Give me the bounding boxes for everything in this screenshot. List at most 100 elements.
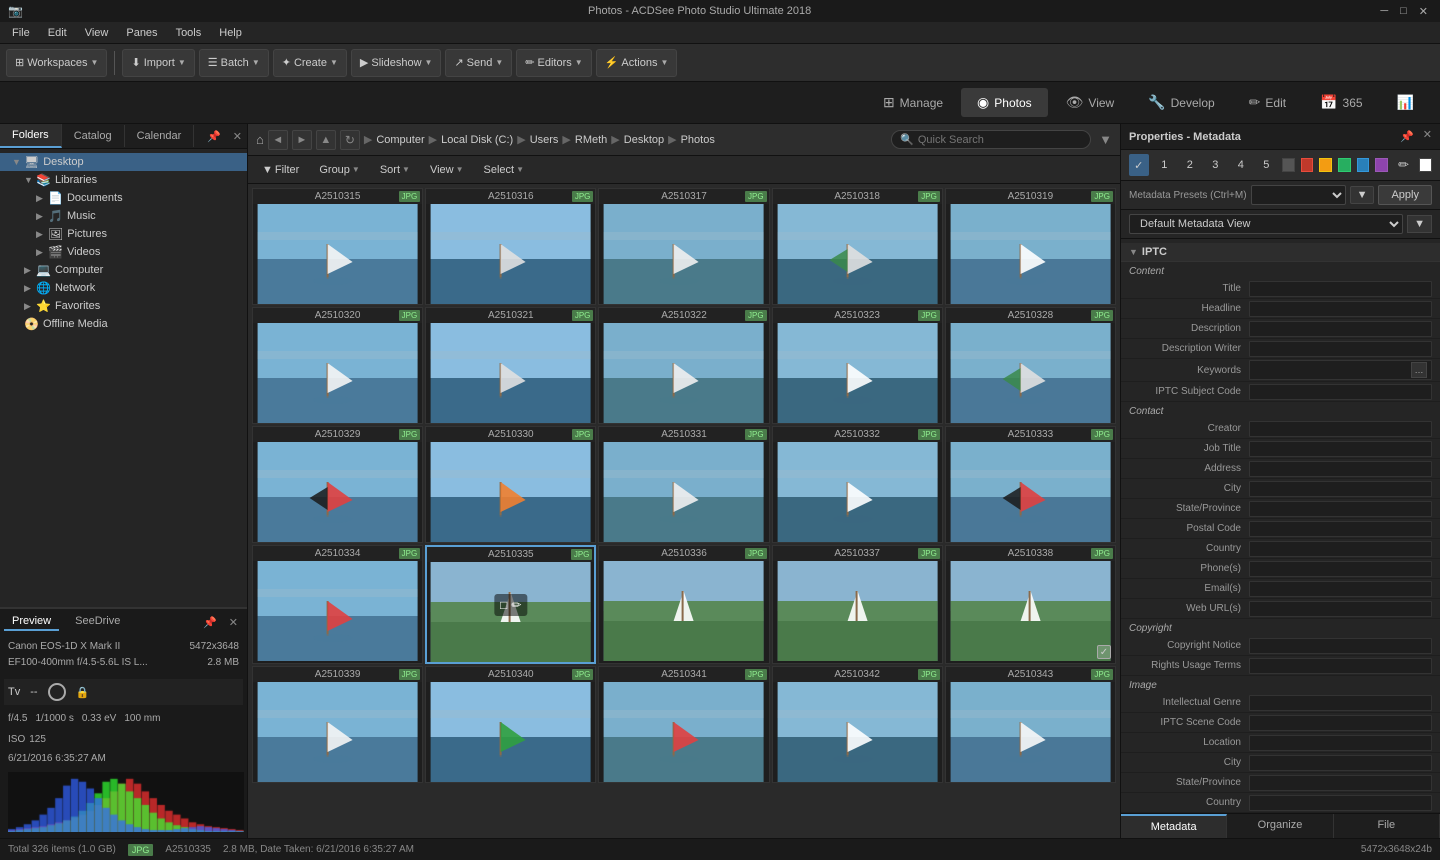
view-select[interactable]: Default Metadata View bbox=[1129, 214, 1403, 234]
sort-button[interactable]: Sort ▼ bbox=[374, 162, 416, 178]
photo-thumb[interactable]: A2510341 JPG bbox=[598, 666, 769, 783]
tab-catalog[interactable]: Catalog bbox=[62, 125, 125, 147]
expand-arrow[interactable]: ▼ bbox=[12, 157, 24, 167]
send-button[interactable]: ↗ Send ▼ bbox=[445, 49, 512, 77]
menu-view[interactable]: View bbox=[77, 25, 117, 41]
tab-preview[interactable]: Preview bbox=[4, 613, 59, 631]
tree-item-favorites[interactable]: ▶ ⭐ Favorites bbox=[0, 297, 247, 315]
photo-thumb[interactable]: A2510322 JPG bbox=[598, 307, 769, 424]
preview-close-btn[interactable]: ✕ bbox=[224, 614, 243, 631]
field-img-state-value[interactable] bbox=[1249, 775, 1432, 791]
workspaces-button[interactable]: ⊞ Workspaces ▼ bbox=[6, 49, 107, 77]
tree-item-computer[interactable]: ▶ 💻 Computer bbox=[0, 261, 247, 279]
keywords-browse-btn[interactable]: … bbox=[1411, 362, 1427, 378]
expand-arrow[interactable]: ▼ bbox=[24, 175, 36, 185]
field-title-value[interactable] bbox=[1249, 281, 1432, 297]
field-address-value[interactable] bbox=[1249, 461, 1432, 477]
tree-item-desktop[interactable]: ▼ 🖥 Desktop bbox=[0, 153, 247, 171]
search-dropdown-btn[interactable]: ▼ bbox=[1099, 132, 1112, 147]
photo-thumb[interactable]: A2510332 JPG bbox=[772, 426, 943, 543]
photo-thumb[interactable]: A2510342 JPG bbox=[772, 666, 943, 783]
tab-edit[interactable]: ✏ Edit bbox=[1233, 88, 1302, 117]
photo-thumb[interactable]: A2510315 JPG bbox=[252, 188, 423, 305]
field-iptc-scene-value[interactable] bbox=[1249, 715, 1432, 731]
photo-thumb[interactable]: A2510329 JPG bbox=[252, 426, 423, 543]
import-button[interactable]: ⬇ Import ▼ bbox=[122, 49, 194, 77]
breadcrumb-computer[interactable]: Computer bbox=[376, 134, 424, 146]
tab-file[interactable]: File bbox=[1334, 814, 1440, 838]
view-select-arrow[interactable]: ▼ bbox=[1407, 215, 1432, 233]
breadcrumb-rmeth[interactable]: RMeth bbox=[575, 134, 607, 146]
tab-metadata[interactable]: Metadata bbox=[1121, 814, 1227, 838]
color-red[interactable] bbox=[1301, 158, 1314, 172]
up-btn[interactable]: ▲ bbox=[316, 130, 336, 150]
field-keywords-value[interactable]: … bbox=[1249, 360, 1432, 380]
field-img-country-value[interactable] bbox=[1249, 795, 1432, 811]
meta-icon-1[interactable]: 1 bbox=[1155, 154, 1175, 176]
photo-thumb[interactable]: A2510321 JPG bbox=[425, 307, 596, 424]
field-img-city-value[interactable] bbox=[1249, 755, 1432, 771]
breadcrumb-users[interactable]: Users bbox=[530, 134, 559, 146]
preset-select[interactable] bbox=[1251, 185, 1346, 205]
photo-thumb[interactable]: A2510336 JPG bbox=[598, 545, 769, 664]
menu-help[interactable]: Help bbox=[211, 25, 250, 41]
field-rights-value[interactable] bbox=[1249, 658, 1432, 674]
filter-button[interactable]: ▼ Filter bbox=[256, 162, 305, 178]
photo-thumb[interactable]: A2510343 JPG bbox=[945, 666, 1116, 783]
field-emails-value[interactable] bbox=[1249, 581, 1432, 597]
expand-arrow[interactable]: ▶ bbox=[36, 247, 48, 258]
actions-button[interactable]: ⚡ Actions ▼ bbox=[596, 49, 678, 77]
field-copyright-value[interactable] bbox=[1249, 638, 1432, 654]
field-location-value[interactable] bbox=[1249, 735, 1432, 751]
photo-thumb[interactable]: A2510331 JPG bbox=[598, 426, 769, 543]
photo-thumb[interactable]: A2510337 JPG bbox=[772, 545, 943, 664]
field-intellectual-value[interactable] bbox=[1249, 695, 1432, 711]
field-postal-value[interactable] bbox=[1249, 521, 1432, 537]
tab-manage[interactable]: ⊞ Manage bbox=[867, 88, 959, 117]
color-none[interactable] bbox=[1282, 158, 1295, 172]
color-blue[interactable] bbox=[1357, 158, 1370, 172]
photo-thumb[interactable]: A2510317 JPG bbox=[598, 188, 769, 305]
metadata-check-btn[interactable]: ✓ bbox=[1129, 154, 1149, 176]
photo-thumb[interactable]: A2510330 JPG bbox=[425, 426, 596, 543]
editors-button[interactable]: ✏ Editors ▼ bbox=[516, 49, 591, 77]
tree-item-videos[interactable]: ▶ 🎬 Videos bbox=[0, 243, 247, 261]
menu-panes[interactable]: Panes bbox=[118, 25, 165, 41]
field-description-value[interactable] bbox=[1249, 321, 1432, 337]
close-btn[interactable]: ✕ bbox=[1415, 5, 1432, 18]
meta-edit-icon[interactable]: ✏ bbox=[1394, 154, 1414, 176]
tab-365[interactable]: 📅 365 bbox=[1304, 88, 1378, 117]
search-input[interactable] bbox=[918, 134, 1082, 146]
batch-button[interactable]: ☰ Batch ▼ bbox=[199, 49, 269, 77]
tree-item-network[interactable]: ▶ 🌐 Network bbox=[0, 279, 247, 297]
minimize-btn[interactable]: ─ bbox=[1376, 5, 1392, 18]
field-headline-value[interactable] bbox=[1249, 301, 1432, 317]
tab-view[interactable]: 👁 View bbox=[1050, 88, 1131, 117]
photo-thumb[interactable]: A2510320 JPG bbox=[252, 307, 423, 424]
color-green[interactable] bbox=[1338, 158, 1351, 172]
meta-icon-4[interactable]: 4 bbox=[1231, 154, 1251, 176]
expand-arrow[interactable]: ▶ bbox=[24, 301, 36, 312]
photo-thumb[interactable]: A2510340 JPG bbox=[425, 666, 596, 783]
right-panel-pin-btn[interactable]: 📌 bbox=[1395, 128, 1419, 145]
select-button[interactable]: Select ▼ bbox=[478, 162, 531, 178]
breadcrumb-desktop[interactable]: Desktop bbox=[624, 134, 664, 146]
field-creator-value[interactable] bbox=[1249, 421, 1432, 437]
tab-calendar[interactable]: Calendar bbox=[125, 125, 195, 147]
tab-develop[interactable]: 🔧 Develop bbox=[1132, 88, 1230, 117]
photo-thumb[interactable]: A2510334 JPG bbox=[252, 545, 423, 664]
refresh-btn[interactable]: ↻ bbox=[340, 130, 360, 150]
field-state-value[interactable] bbox=[1249, 501, 1432, 517]
expand-arrow[interactable]: ▶ bbox=[24, 283, 36, 294]
expand-arrow[interactable]: ▶ bbox=[36, 193, 48, 204]
tab-stats[interactable]: 📊 bbox=[1381, 88, 1430, 117]
field-phones-value[interactable] bbox=[1249, 561, 1432, 577]
tab-organize[interactable]: Organize bbox=[1227, 814, 1333, 838]
expand-arrow[interactable]: ▶ bbox=[24, 265, 36, 276]
back-btn[interactable]: ◄ bbox=[268, 130, 288, 150]
tab-photos[interactable]: ◉ Photos bbox=[961, 88, 1048, 117]
create-button[interactable]: ✦ Create ▼ bbox=[273, 49, 347, 77]
panel-pin-btn[interactable]: 📌 bbox=[202, 128, 226, 145]
apply-button[interactable]: Apply bbox=[1378, 185, 1432, 205]
field-desc-writer-value[interactable] bbox=[1249, 341, 1432, 357]
